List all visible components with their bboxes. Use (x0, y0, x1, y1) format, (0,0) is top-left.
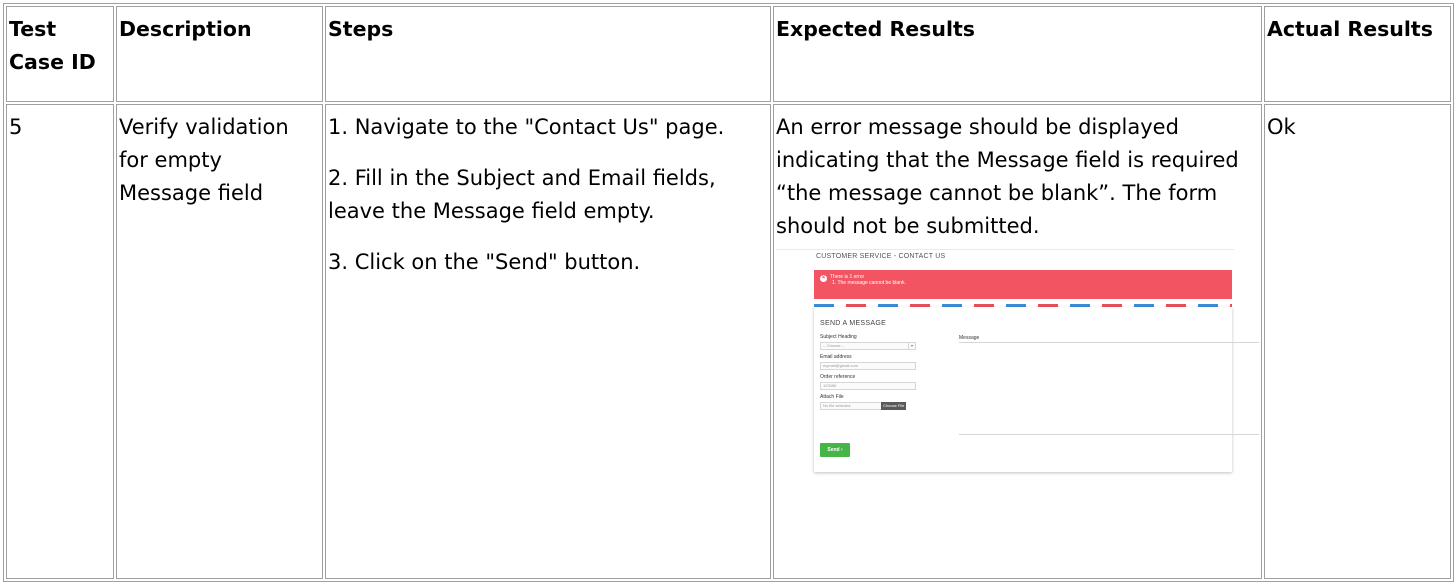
header-steps: Steps (325, 6, 771, 102)
order-label: Order reference (820, 374, 856, 380)
subject-select-value: -- Choose -- (823, 343, 845, 348)
expected-text: An error message should be displayed ind… (776, 115, 1239, 238)
cell-actual-results: Ok (1264, 104, 1451, 579)
cell-steps: 1. Navigate to the "Contact Us" page. 2.… (325, 104, 771, 579)
screenshot-breadcrumb: CUSTOMER SERVICE - CONTACT US (816, 253, 946, 260)
message-label: Message (959, 335, 980, 341)
test-case-table: Test Case ID Description Steps Expected … (3, 3, 1454, 582)
contact-form-panel: SEND A MESSAGE Subject Heading -- Choose… (814, 307, 1259, 472)
subject-select[interactable]: -- Choose -- ▾ (820, 342, 916, 350)
step-2: 2. Fill in the Subject and Email fields,… (328, 166, 716, 223)
header-test-case-id: Test Case ID (6, 6, 114, 102)
choose-file-button[interactable]: Choose File (881, 402, 907, 410)
message-textarea[interactable] (959, 342, 1259, 435)
email-field[interactable]: mymail@gmail.com (820, 362, 916, 370)
table-header-row: Test Case ID Description Steps Expected … (6, 6, 1451, 102)
header-actual-results: Actual Results (1264, 6, 1451, 102)
send-message-title: SEND A MESSAGE (820, 320, 887, 327)
cell-expected-results: An error message should be displayed ind… (773, 104, 1262, 579)
file-name-field: No file selected (820, 402, 882, 410)
alert-item: 1. The message cannot be blank. (832, 280, 906, 286)
table-row: 5 Verify validation for empty Message fi… (6, 104, 1451, 579)
header-expected-results: Expected Results (773, 6, 1262, 102)
error-alert: × There is 1 error 1. The message cannot… (814, 270, 1232, 299)
attach-file-label: Attach File (820, 394, 844, 400)
cell-description: Verify validation for empty Message fiel… (116, 104, 323, 579)
step-3: 3. Click on the "Send" button. (328, 250, 641, 274)
contact-form-screenshot: CUSTOMER SERVICE - CONTACT US × There is… (776, 249, 1259, 490)
subject-label: Subject Heading (820, 334, 857, 340)
order-reference-field[interactable]: 123456 (820, 382, 916, 390)
chevron-down-icon: ▾ (908, 343, 915, 349)
header-description: Description (116, 6, 323, 102)
send-button[interactable]: Send › (820, 443, 850, 457)
cell-test-case-id: 5 (6, 104, 114, 579)
error-icon: × (820, 275, 827, 282)
step-1: 1. Navigate to the "Contact Us" page. (328, 115, 725, 139)
email-label: Email address (820, 354, 852, 360)
